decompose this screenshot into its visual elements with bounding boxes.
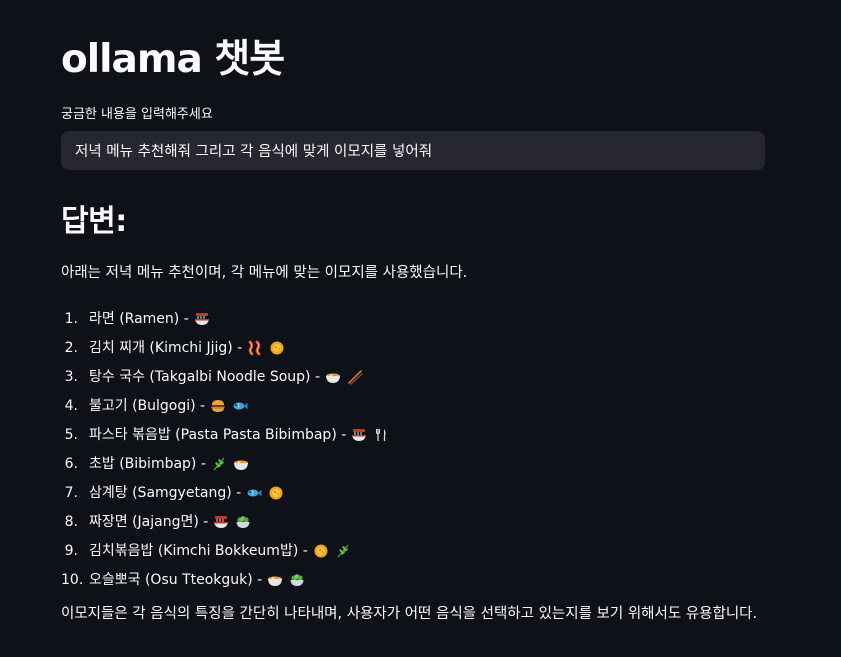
menu-item-number: 5. [64, 426, 78, 443]
noodle-bowl-icon [194, 311, 210, 327]
menu-list-item: 4. 불고기 (Bulgogi) - [61, 391, 389, 420]
menu-item-text: 라면 (Ramen) - [89, 310, 189, 327]
fish-icon [232, 398, 248, 414]
menu-item-number: 10. [61, 571, 84, 588]
herb-icon [335, 543, 351, 559]
question-input[interactable] [61, 131, 765, 170]
menu-item-number: 7. [64, 484, 78, 501]
menu-list: 1. 라면 (Ramen) - 2. 김치 찌개 (Kimchi Jjig) - 3. 탕… [61, 304, 389, 594]
menu-list-item: 5. 파스타 볶음밥 (Pasta Pasta Bibimbap) - [61, 420, 389, 449]
menu-item-emojis [211, 456, 249, 472]
menu-item-emojis [313, 543, 351, 559]
input-label: 궁금한 내용을 입력해주세요 [61, 107, 213, 122]
menu-item-emojis [213, 514, 251, 530]
bacon-icon [247, 340, 263, 356]
menu-list-item: 10. 오슬뽀국 (Osu Tteokguk) - [61, 565, 389, 594]
menu-item-text: 오슬뽀국 (Osu Tteokguk) - [89, 571, 263, 588]
yellow-circle-icon [268, 485, 284, 501]
menu-item-text: 탕수 국수 (Takgalbi Noodle Soup) - [89, 368, 321, 385]
noodle-bowl-icon [351, 427, 367, 443]
menu-list-item: 8. 짜장면 (Jajang면) - [61, 507, 389, 536]
menu-item-text: 불고기 (Bulgogi) - [89, 397, 206, 414]
menu-list-item: 6. 초밥 (Bibimbap) - [61, 449, 389, 478]
salad-icon [289, 572, 305, 588]
menu-item-emojis [194, 311, 210, 327]
menu-item-emojis [351, 427, 389, 443]
menu-item-emojis [325, 369, 363, 385]
page-title: ollama 챗봇 [61, 37, 285, 82]
menu-list-item: 1. 라면 (Ramen) - [61, 304, 389, 333]
menu-item-text: 파스타 볶음밥 (Pasta Pasta Bibimbap) - [89, 426, 347, 443]
menu-list-item: 7. 삼계탕 (Samgyetang) - [61, 478, 389, 507]
fork-knife-icon [373, 427, 389, 443]
burger-icon [210, 398, 226, 414]
chopsticks-icon [347, 369, 363, 385]
menu-item-emojis [267, 572, 305, 588]
soup-bowl-icon [267, 572, 283, 588]
menu-item-emojis [210, 398, 248, 414]
menu-item-number: 6. [64, 455, 78, 472]
answer-intro: 아래는 저녁 메뉴 추천이며, 각 메뉴에 맞는 이모지를 사용했습니다. [61, 265, 468, 281]
menu-item-emojis [247, 340, 285, 356]
menu-list-item: 2. 김치 찌개 (Kimchi Jjig) - [61, 333, 389, 362]
menu-item-number: 4. [64, 397, 78, 414]
menu-item-number: 1. [64, 310, 78, 327]
salad-icon [235, 514, 251, 530]
menu-item-text: 짜장면 (Jajang면) - [89, 513, 209, 530]
menu-list-item: 3. 탕수 국수 (Takgalbi Noodle Soup) - [61, 362, 389, 391]
answer-summary: 이모지들은 각 음식의 특징을 간단히 나타내며, 사용자가 어떤 음식을 선택… [61, 606, 758, 622]
soup-bowl-icon [233, 456, 249, 472]
herb-icon [211, 456, 227, 472]
fish-icon [246, 485, 262, 501]
menu-item-number: 3. [64, 368, 78, 385]
yellow-circle-icon [313, 543, 329, 559]
menu-item-text: 삼계탕 (Samgyetang) - [89, 484, 242, 501]
answer-heading: 답변: [61, 204, 127, 239]
menu-item-text: 김치 찌개 (Kimchi Jjig) - [89, 339, 243, 356]
menu-item-number: 8. [64, 513, 78, 530]
soup-bowl-icon [325, 369, 341, 385]
yellow-circle-icon [269, 340, 285, 356]
menu-item-text: 김치볶음밥 (Kimchi Bokkeum밥) - [89, 542, 308, 559]
menu-item-number: 2. [64, 339, 78, 356]
menu-item-emojis [246, 485, 284, 501]
menu-item-text: 초밥 (Bibimbap) - [89, 455, 206, 472]
noodle-bowl-icon [213, 514, 229, 530]
menu-item-number: 9. [64, 542, 78, 559]
menu-list-item: 9. 김치볶음밥 (Kimchi Bokkeum밥) - [61, 536, 389, 565]
